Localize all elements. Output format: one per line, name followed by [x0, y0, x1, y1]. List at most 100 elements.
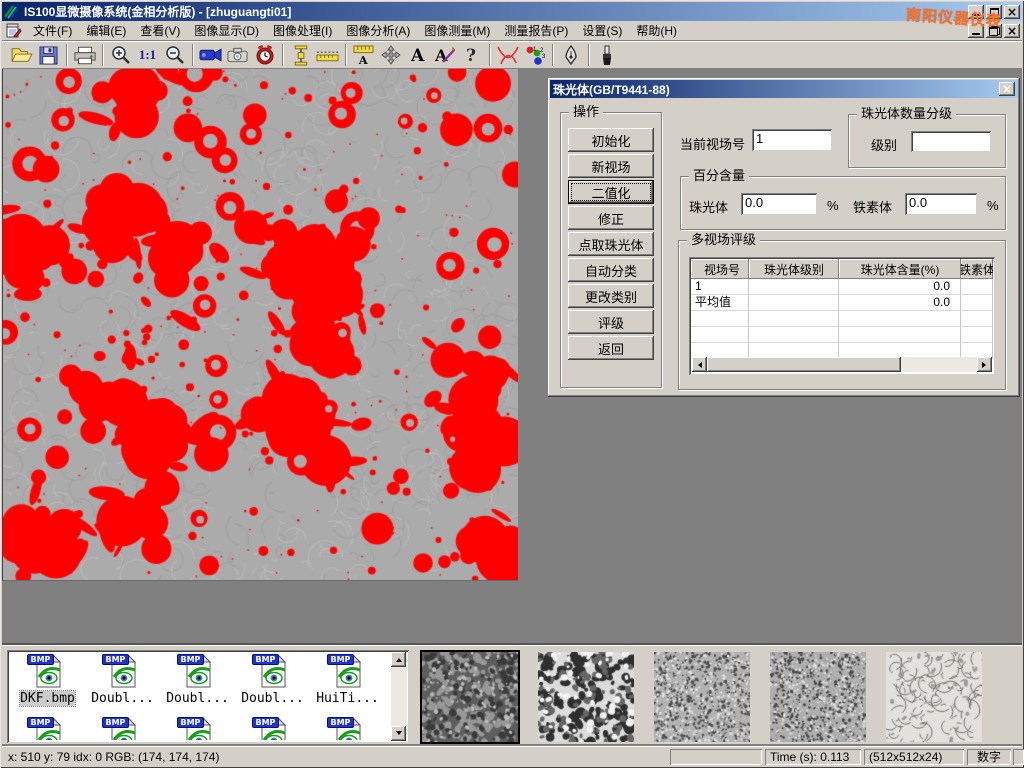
zoom-in-icon[interactable]: [107, 43, 134, 68]
svg-text:A: A: [435, 46, 448, 64]
brush-icon[interactable]: [593, 43, 620, 68]
menu-image-display[interactable]: 图像显示(D): [187, 20, 266, 41]
grade-button[interactable]: 评级: [568, 310, 654, 334]
menu-help[interactable]: 帮助(H): [629, 20, 684, 41]
open-icon[interactable]: [8, 43, 35, 68]
help-icon[interactable]: ?: [458, 43, 485, 68]
pearlite-percent-input[interactable]: 0.0: [741, 193, 817, 215]
application-window: IS100显微摄像系统(金相分析版) - [zhuguangti01] × 南阳…: [0, 0, 1024, 768]
menu-report[interactable]: 测量报告(P): [497, 20, 575, 41]
zoom-out-icon[interactable]: [161, 43, 188, 68]
thumbnail-4[interactable]: [770, 652, 866, 742]
file-item[interactable]: BMP: [310, 716, 385, 740]
video-camera-icon[interactable]: [197, 43, 224, 68]
mdi-restore-button[interactable]: [986, 24, 1002, 38]
print-icon[interactable]: [71, 43, 98, 68]
correct-button[interactable]: 修正: [568, 206, 654, 230]
file-item[interactable]: BMP DKF.bmp: [10, 653, 85, 706]
status-image-size: (512x512x24): [864, 749, 964, 765]
col-header-ferrite[interactable]: 铁素体: [961, 259, 993, 279]
scrollbar-thumb[interactable]: [707, 357, 901, 372]
file-item[interactable]: BMP: [235, 716, 310, 740]
file-items: BMP DKF.bmp BMP Doubl... BMP Doubl... BM…: [10, 653, 390, 740]
text-tool-icon[interactable]: A: [404, 43, 431, 68]
timer-icon[interactable]: [251, 43, 278, 68]
file-name: Doubl...: [91, 691, 154, 706]
col-header-pearlite[interactable]: 珠光体含量(%): [839, 259, 961, 279]
file-list-scrollbar[interactable]: [391, 652, 407, 741]
auto-classify-button[interactable]: 自动分类: [568, 258, 654, 282]
initialize-button[interactable]: 初始化: [568, 128, 654, 152]
horizontal-ruler-icon[interactable]: [314, 43, 341, 68]
menu-edit[interactable]: 编辑(E): [79, 20, 133, 41]
dialog-title-bar[interactable]: 珠光体(GB/T9441-88) ×: [550, 80, 1018, 98]
thumbnail-2[interactable]: [538, 652, 634, 742]
menu-image-analysis[interactable]: 图像分析(A): [339, 20, 417, 41]
menu-image-process[interactable]: 图像处理(I): [266, 20, 339, 41]
col-header-grade[interactable]: 珠光体级别: [749, 259, 839, 279]
menu-image-measure[interactable]: 图像测量(M): [417, 20, 497, 41]
scrollbar-track[interactable]: [707, 357, 977, 372]
file-item[interactable]: BMP: [160, 716, 235, 740]
annotate-tool-icon[interactable]: A: [431, 43, 458, 68]
return-button[interactable]: 返回: [568, 336, 654, 360]
scroll-left-button[interactable]: [692, 357, 707, 372]
pick-pearlite-button[interactable]: 点取珠光体: [568, 232, 654, 256]
thumbnail-5[interactable]: [886, 652, 982, 742]
thumbnail-1[interactable]: [422, 652, 518, 742]
menu-view[interactable]: 查看(V): [133, 20, 187, 41]
mdi-close-button[interactable]: ×: [1004, 24, 1020, 38]
file-item[interactable]: BMP: [10, 716, 85, 740]
new-field-button[interactable]: 新视场: [568, 154, 654, 178]
svg-text:3: 3: [542, 54, 545, 60]
operation-group: 操作 初始化 新视场 二值化 修正 点取珠光体 自动分类 更改类别 评级 返回: [560, 112, 662, 388]
toolbar-separator: [192, 44, 193, 66]
dialog-close-button[interactable]: ×: [999, 82, 1015, 96]
bmp-badge: BMP: [27, 717, 55, 728]
bmp-badge: BMP: [177, 654, 205, 665]
mdi-minimize-button[interactable]: [968, 24, 984, 38]
file-item[interactable]: BMP Doubl...: [235, 653, 310, 706]
scroll-down-button[interactable]: [391, 726, 406, 741]
table-row[interactable]: 1 0.0: [691, 279, 993, 295]
file-item[interactable]: BMP HuiTi...: [310, 653, 385, 706]
menu-file[interactable]: 文件(F): [26, 20, 79, 41]
bmp-badge: BMP: [252, 717, 280, 728]
table-row[interactable]: 平均值 0.0: [691, 295, 993, 311]
binarize-button[interactable]: 二值化: [568, 180, 654, 204]
calibrate-icon[interactable]: A: [350, 43, 377, 68]
file-item[interactable]: BMP Doubl...: [160, 653, 235, 706]
file-item[interactable]: BMP: [85, 716, 160, 740]
change-class-button[interactable]: 更改类别: [568, 284, 654, 308]
current-field-input[interactable]: 1: [752, 129, 832, 151]
svg-text:A: A: [410, 46, 425, 64]
grade-label: 级别: [871, 135, 897, 154]
scroll-up-button[interactable]: [391, 652, 406, 667]
file-item[interactable]: BMP Doubl...: [85, 653, 160, 706]
menu-settings[interactable]: 设置(S): [575, 20, 629, 41]
metallograph-image[interactable]: [3, 69, 518, 580]
ferrite-percent-input[interactable]: 0.0: [905, 193, 977, 215]
bmp-file-icon: BMP: [180, 653, 216, 689]
grade-input[interactable]: [911, 131, 991, 152]
table-horizontal-scrollbar[interactable]: [692, 357, 992, 372]
multi-field-group: 多视场评级 视场号 珠光体级别 珠光体含量(%) 铁素体 1: [678, 240, 1006, 390]
title-bar[interactable]: IS100显微摄像系统(金相分析版) - [zhuguangti01] ×: [2, 2, 1022, 21]
classify-dots-icon[interactable]: 1 2 3: [521, 43, 548, 68]
col-header-field[interactable]: 视场号: [691, 259, 749, 279]
thumbnail-3[interactable]: [654, 652, 750, 742]
close-button[interactable]: ×: [1004, 5, 1020, 19]
minimize-button[interactable]: [968, 5, 984, 19]
save-icon[interactable]: [35, 43, 62, 68]
move-tool-icon[interactable]: [377, 43, 404, 68]
pen-nib-icon[interactable]: [557, 43, 584, 68]
zoom-ratio-icon[interactable]: 1:1: [134, 43, 161, 68]
scrollbar-track[interactable]: [391, 667, 407, 726]
vertical-ruler-icon[interactable]: [287, 43, 314, 68]
scroll-right-button[interactable]: [977, 357, 992, 372]
photo-camera-icon[interactable]: [224, 43, 251, 68]
curve-tool-icon[interactable]: [494, 43, 521, 68]
close-icon: ×: [1007, 5, 1017, 19]
maximize-button[interactable]: [986, 5, 1002, 19]
bmp-file-icon: BMP: [255, 653, 291, 689]
